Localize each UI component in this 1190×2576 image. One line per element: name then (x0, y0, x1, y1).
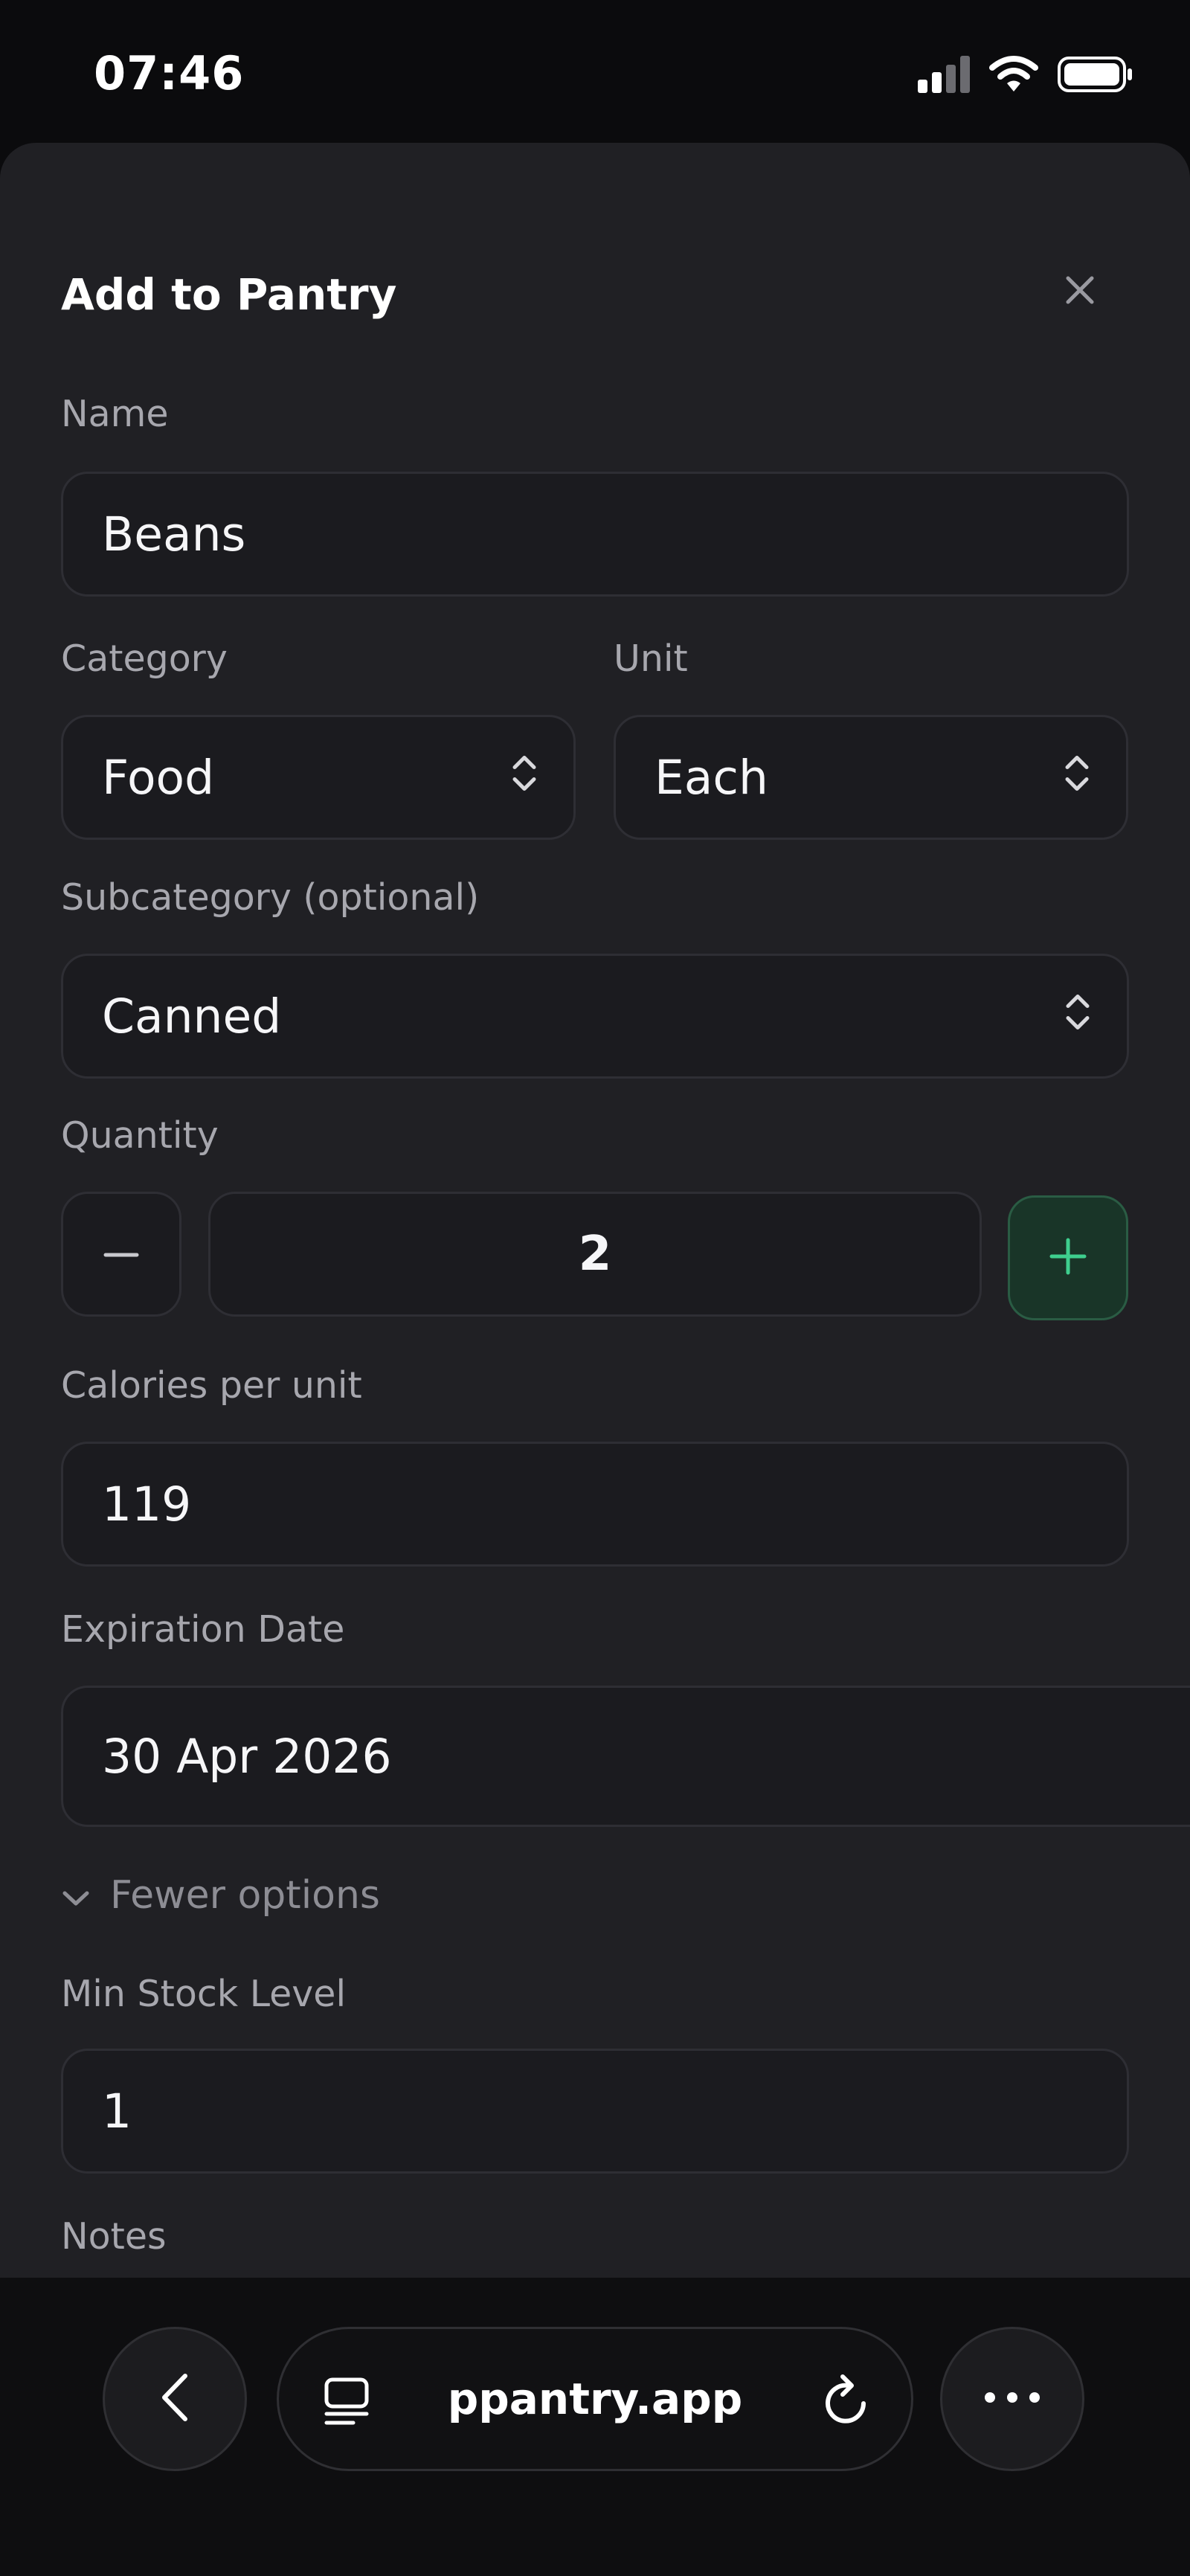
chevron-left-icon (158, 2371, 191, 2426)
status-bar: 07:46 (0, 0, 1190, 141)
close-icon (1065, 275, 1095, 308)
more-icon (984, 2392, 1041, 2406)
category-label: Category (61, 637, 228, 680)
battery-icon (1058, 56, 1133, 96)
subcategory-value: Canned (102, 989, 282, 1044)
updown-chevron-icon (1064, 751, 1090, 805)
quantity-label: Quantity (61, 1114, 219, 1157)
fewer-options-toggle[interactable]: Fewer options (61, 1873, 380, 1918)
wifi-icon (989, 56, 1038, 96)
min-stock-value: 1 (102, 2084, 132, 2139)
subcategory-label: Subcategory (optional) (61, 876, 480, 919)
decrement-button[interactable] (61, 1192, 181, 1317)
chevron-down-icon (61, 1873, 91, 1918)
minus-icon (103, 1247, 139, 1262)
expiration-date-input[interactable]: 30 Apr 2026 (61, 1686, 1190, 1827)
url-text: ppantry.app (447, 2374, 743, 2424)
calories-value: 119 (102, 1477, 192, 1532)
add-to-pantry-sheet: Add to Pantry Name Beans Category Unit F… (0, 143, 1190, 2278)
browser-toolbar: ppantry.app (0, 2278, 1190, 2576)
more-button[interactable] (940, 2327, 1084, 2471)
expiration-label: Expiration Date (61, 1608, 345, 1651)
status-time: 07:46 (94, 46, 245, 100)
fewer-options-label: Fewer options (110, 1873, 381, 1918)
plus-icon (1049, 1237, 1087, 1279)
back-button[interactable] (103, 2327, 247, 2471)
category-value: Food (102, 750, 215, 805)
quantity-input[interactable]: 2 (208, 1192, 982, 1317)
quantity-value: 2 (578, 1227, 612, 1282)
url-bar[interactable]: ppantry.app (277, 2327, 913, 2471)
close-button[interactable] (1050, 262, 1110, 321)
subcategory-select[interactable]: Canned (61, 954, 1129, 1079)
expiration-value: 30 Apr 2026 (102, 1729, 392, 1784)
unit-value: Each (654, 750, 768, 805)
sheet-title: Add to Pantry (61, 269, 397, 320)
category-select[interactable]: Food (61, 715, 576, 840)
status-icons (918, 54, 1133, 98)
updown-chevron-icon (511, 751, 538, 805)
reload-icon[interactable] (820, 2372, 874, 2432)
min-stock-input[interactable]: 1 (61, 2049, 1129, 2174)
name-value: Beans (102, 507, 246, 562)
unit-select[interactable]: Each (614, 715, 1128, 840)
min-stock-label: Min Stock Level (61, 1973, 347, 2015)
name-label: Name (61, 393, 169, 435)
calories-input[interactable]: 119 (61, 1442, 1129, 1567)
unit-label: Unit (614, 637, 688, 680)
updown-chevron-icon (1064, 989, 1091, 1044)
notes-label: Notes (61, 2215, 167, 2258)
increment-button[interactable] (1008, 1195, 1128, 1320)
calories-label: Calories per unit (61, 1364, 362, 1407)
signal-icon (918, 56, 970, 96)
name-input[interactable]: Beans (61, 472, 1129, 597)
